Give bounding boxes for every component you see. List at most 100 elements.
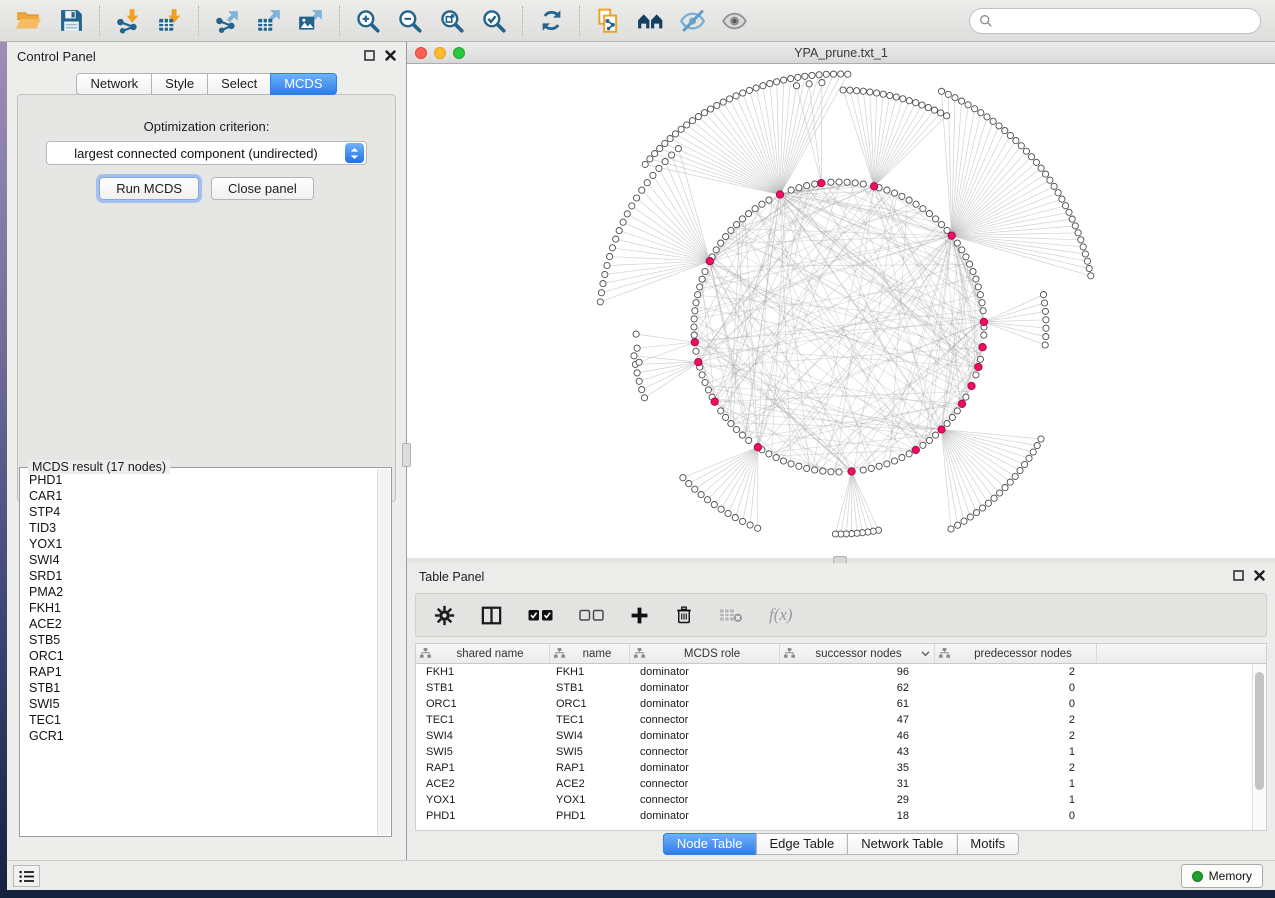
table-row[interactable]: PHD1PHD1dominator180: [416, 808, 1252, 824]
search-field[interactable]: [969, 8, 1261, 34]
memory-button[interactable]: Memory: [1181, 864, 1263, 888]
table-cell: 0: [935, 696, 1097, 712]
result-list-item[interactable]: TID3: [21, 520, 376, 536]
tab-motifs[interactable]: Motifs: [956, 833, 1019, 855]
column-header-filler: [1097, 644, 1266, 663]
network-graph[interactable]: [407, 64, 1275, 558]
scrollbar-thumb[interactable]: [1255, 672, 1264, 790]
export-table-button[interactable]: [248, 4, 290, 38]
table-header-row: shared namenameMCDS rolesuccessor nodesp…: [416, 644, 1266, 664]
table-cell: FKH1: [416, 664, 550, 680]
tab-style[interactable]: Style: [151, 73, 208, 95]
result-list-item[interactable]: PMA2: [21, 584, 376, 600]
delete-column-button[interactable]: [675, 605, 693, 625]
table-row[interactable]: STB1STB1dominator620: [416, 680, 1252, 696]
zoom-selected-button[interactable]: [473, 4, 515, 38]
table-row[interactable]: RAP1RAP1dominator352: [416, 760, 1252, 776]
column-header-mcds-role[interactable]: MCDS role: [630, 644, 780, 663]
column-header-name[interactable]: name: [550, 644, 630, 663]
open-file-button[interactable]: [8, 4, 50, 38]
sort-descending-icon: [921, 651, 930, 657]
result-list-item[interactable]: FKH1: [21, 600, 376, 616]
table-row[interactable]: SWI4SWI4dominator462: [416, 728, 1252, 744]
table-row[interactable]: ACE2ACE2connector311: [416, 776, 1252, 792]
tab-network[interactable]: Network: [76, 73, 152, 95]
save-icon: [59, 8, 84, 33]
table-row[interactable]: TEC1TEC1connector472: [416, 712, 1252, 728]
tab-select[interactable]: Select: [207, 73, 271, 95]
export-network-button[interactable]: [206, 4, 248, 38]
create-column-button[interactable]: [630, 606, 649, 625]
result-list-item[interactable]: TEC1: [21, 712, 376, 728]
vertical-splitter-handle[interactable]: [402, 443, 411, 467]
zoom-out-button[interactable]: [389, 4, 431, 38]
result-list-item[interactable]: STB5: [21, 632, 376, 648]
table-options-button[interactable]: [434, 605, 455, 626]
close-panel-button[interactable]: Close panel: [211, 177, 314, 200]
import-network-button[interactable]: [107, 4, 149, 38]
result-list-item[interactable]: STB1: [21, 680, 376, 696]
column-header-shared-name[interactable]: shared name: [416, 644, 550, 663]
run-mcds-button[interactable]: Run MCDS: [99, 177, 199, 200]
result-list-item[interactable]: STP4: [21, 504, 376, 520]
zoom-in-button[interactable]: [347, 4, 389, 38]
first-neighbors-button[interactable]: [629, 4, 671, 38]
hide-selected-button[interactable]: [671, 4, 713, 38]
tab-edge-table[interactable]: Edge Table: [755, 833, 848, 855]
tab-mcds[interactable]: MCDS: [270, 73, 336, 95]
column-type-icon: [420, 648, 431, 659]
save-session-button[interactable]: [50, 4, 92, 38]
import-table-button[interactable]: [149, 4, 191, 38]
table-cell: dominator: [630, 680, 780, 696]
result-list-item[interactable]: CAR1: [21, 488, 376, 504]
result-list-item[interactable]: ORC1: [21, 648, 376, 664]
table-row[interactable]: SWI5SWI5connector431: [416, 744, 1252, 760]
table-cell: TEC1: [550, 712, 630, 728]
result-list-item[interactable]: SWI5: [21, 696, 376, 712]
table-cell: 1: [935, 776, 1097, 792]
table-cell: PHD1: [416, 808, 550, 824]
table-cell: dominator: [630, 696, 780, 712]
deselect-all-button[interactable]: [579, 609, 604, 622]
show-all-button[interactable]: [713, 4, 755, 38]
result-list-item[interactable]: ACE2: [21, 616, 376, 632]
toolbar-separator: [339, 6, 340, 36]
table-row[interactable]: YOX1YOX1connector291: [416, 792, 1252, 808]
tab-network-table[interactable]: Network Table: [847, 833, 957, 855]
mcds-result-box: MCDS result (17 nodes) PHD1CAR1STP4TID3Y…: [19, 467, 392, 837]
list-icon: [19, 870, 35, 883]
float-panel-icon[interactable]: [364, 50, 375, 61]
tab-node-table[interactable]: Node Table: [663, 833, 757, 855]
table-cell: YOX1: [550, 792, 630, 808]
result-list-item[interactable]: GCR1: [21, 728, 376, 744]
close-panel-icon[interactable]: [385, 50, 396, 61]
network-canvas[interactable]: [407, 64, 1275, 558]
eye-slash-icon: [679, 7, 706, 34]
export-image-button[interactable]: [290, 4, 332, 38]
result-scrollbar[interactable]: [377, 469, 390, 835]
result-list-item[interactable]: PHD1: [21, 472, 376, 488]
table-row[interactable]: FKH1FKH1dominator962: [416, 664, 1252, 680]
result-list-item[interactable]: RAP1: [21, 664, 376, 680]
select-all-button[interactable]: [528, 609, 553, 622]
result-list-item[interactable]: YOX1: [21, 536, 376, 552]
refresh-icon: [539, 8, 564, 33]
zoom-fit-button[interactable]: [431, 4, 473, 38]
float-panel-icon[interactable]: [1233, 570, 1244, 581]
new-network-from-selection-button[interactable]: [587, 4, 629, 38]
column-header-successor-nodes[interactable]: successor nodes: [780, 644, 935, 663]
criterion-select[interactable]: largest connected component (undirected): [46, 141, 367, 165]
show-columns-button[interactable]: [481, 606, 502, 625]
table-scrollbar[interactable]: [1252, 664, 1266, 830]
table-row[interactable]: ORC1ORC1dominator610: [416, 696, 1252, 712]
result-list-item[interactable]: SRD1: [21, 568, 376, 584]
column-header-predecessor-nodes[interactable]: predecessor nodes: [935, 644, 1097, 663]
result-list-item[interactable]: SWI4: [21, 552, 376, 568]
open-folder-icon: [16, 8, 42, 34]
close-panel-icon[interactable]: [1254, 570, 1265, 581]
search-input[interactable]: [999, 14, 1251, 28]
memory-label: Memory: [1209, 869, 1252, 883]
show-panels-button[interactable]: [13, 865, 40, 887]
network-titlebar[interactable]: YPA_prune.txt_1: [407, 42, 1275, 64]
apply-layout-button[interactable]: [530, 4, 572, 38]
